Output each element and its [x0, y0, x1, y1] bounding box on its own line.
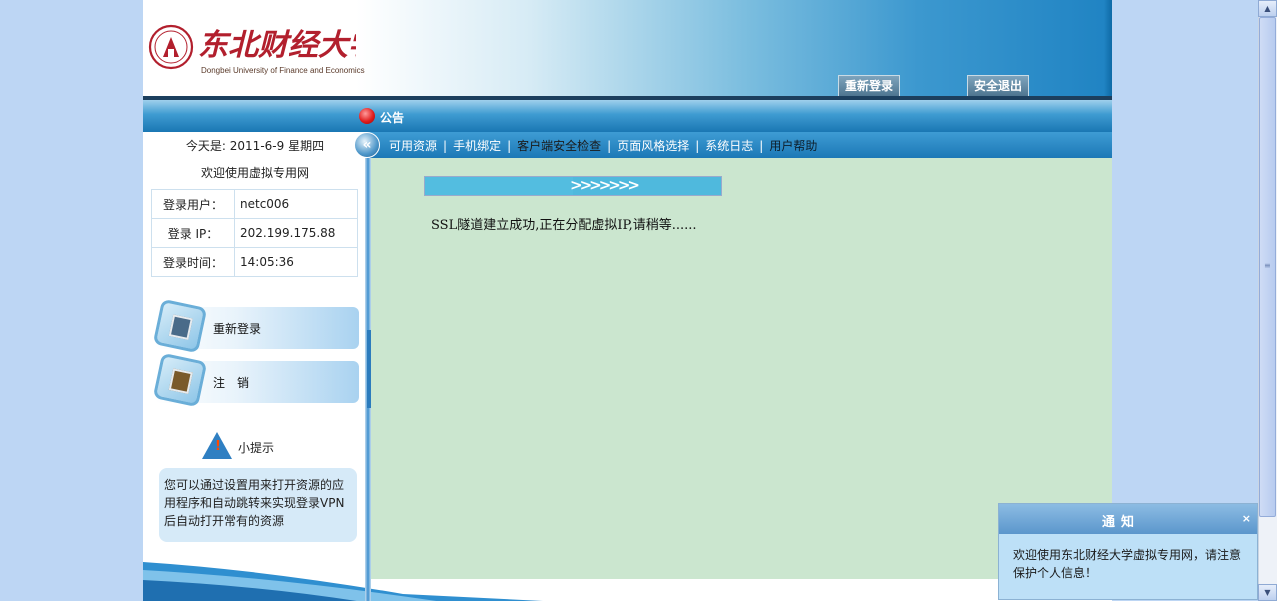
logout-door-icon [152, 352, 208, 408]
login-user-value: netc006 [234, 189, 358, 219]
progress-fill [425, 177, 573, 195]
table-row: 登录 IP： 202.199.175.88 [151, 218, 358, 248]
relogin-button[interactable]: 重新登录 [838, 75, 901, 97]
safe-logout-button[interactable]: 安全退出 [967, 75, 1030, 97]
sidebar-logout-button[interactable]: 注 销 [152, 352, 359, 408]
login-time-value: 14:05:36 [234, 247, 358, 277]
table-row: 登录用户： netc006 [151, 189, 358, 219]
nav-client-security-check[interactable]: 客户端安全检查 [517, 137, 601, 154]
notification-popup: 通知 × 欢迎使用东北财经大学虚拟专用网，请注意保护个人信息！ [998, 503, 1258, 600]
progress-arrows: >>>>>>> [570, 176, 640, 194]
nav-user-help[interactable]: 用户帮助 [769, 137, 817, 154]
nav-page-style[interactable]: 页面风格选择 [617, 137, 689, 154]
sidebar-logout-label: 注 销 [213, 376, 250, 390]
login-time-label: 登录时间： [151, 247, 235, 277]
progress-bar: >>>>>>> [424, 176, 722, 196]
today-date: 今天是: 2011-6-9 星期四 [185, 139, 325, 153]
welcome-text: 欢迎使用虚拟专用网 [200, 166, 309, 180]
login-ip-label: 登录 IP： [151, 218, 235, 248]
tip-title: 小提示 [238, 441, 275, 455]
scroll-down-arrow-icon[interactable]: ▼ [1258, 584, 1277, 601]
sidebar: 今天是: 2011-6-9 星期四 欢迎使用虚拟专用网 登录用户： netc00… [143, 132, 543, 601]
sidebar-relogin-label: 重新登录 [213, 322, 262, 336]
popup-header: 通知 × [999, 504, 1257, 534]
logo-chinese-text: 东北财经大学 [198, 28, 356, 63]
back-arrow-icon[interactable]: « [354, 132, 380, 158]
nav-available-resources[interactable]: 可用资源 [389, 137, 437, 154]
top-nav: « 可用资源 | 手机绑定 | 客户端安全检查 | 页面风格选择 | 系统日志 … [354, 132, 1112, 158]
nav-system-log[interactable]: 系统日志 [705, 137, 753, 154]
vpn-portal-page: 东北财经大学 Dongbei University of Finance and… [143, 0, 1112, 601]
tip-text: 您可以通过设置用来打开资源的应用程序和自动跳转来实现登录VPN后自动打开常有的资… [159, 468, 357, 542]
login-user-label: 登录用户： [151, 189, 235, 219]
notice-icon [359, 108, 375, 124]
login-ip-value: 202.199.175.88 [234, 218, 358, 248]
relogin-icon [152, 298, 208, 354]
announcement-bar: 公告 [143, 100, 1112, 132]
table-row: 登录时间： 14:05:36 [151, 247, 358, 277]
header: 东北财经大学 Dongbei University of Finance and… [143, 0, 1112, 100]
sidebar-relogin-button[interactable]: 重新登录 [152, 298, 359, 354]
announcement-label[interactable]: 公告 [380, 109, 404, 126]
nav-phone-binding[interactable]: 手机绑定 [453, 137, 501, 154]
close-icon[interactable]: × [1242, 512, 1251, 525]
popup-title: 通知 [1101, 515, 1140, 530]
status-message: SSL隧道建立成功,正在分配虚拟IP,请稍等...... [431, 218, 697, 233]
logo-english-text: Dongbei University of Finance and Econom… [201, 66, 365, 75]
scroll-up-arrow-icon[interactable]: ▲ [1258, 0, 1277, 17]
login-info-table: 登录用户： netc006 登录 IP： 202.199.175.88 登录时间… [151, 189, 358, 277]
popup-message: 欢迎使用东北财经大学虚拟专用网，请注意保护个人信息！ [1013, 548, 1242, 580]
